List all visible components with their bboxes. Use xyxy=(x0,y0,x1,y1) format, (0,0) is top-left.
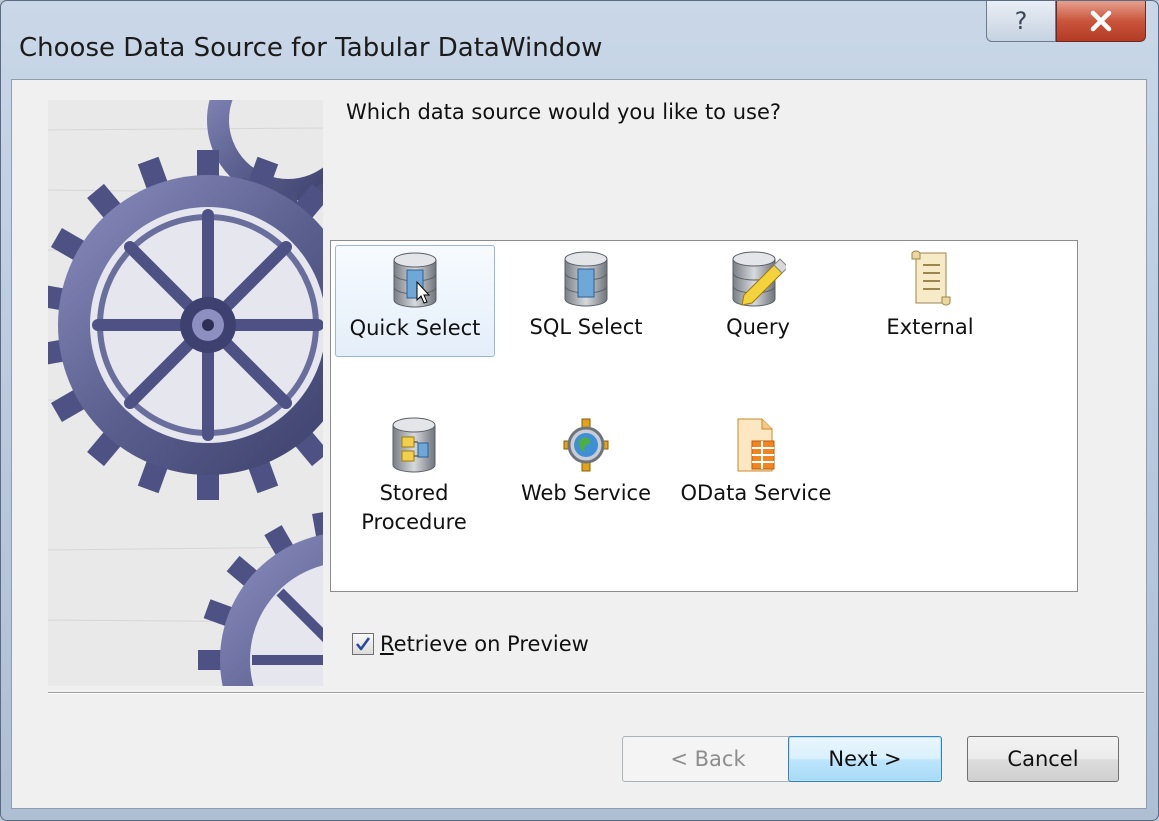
help-button[interactable]: ? xyxy=(986,1,1056,42)
database-icon xyxy=(564,251,608,307)
source-query[interactable]: Query xyxy=(679,245,837,355)
window-title: Choose Data Source for Tabular DataWindo… xyxy=(19,33,603,63)
source-label: OData Service xyxy=(680,481,832,505)
source-label: External xyxy=(886,315,974,339)
dialog-window: Choose Data Source for Tabular DataWindo… xyxy=(0,0,1159,821)
source-label: Query xyxy=(726,315,790,339)
data-source-list: Quick Select SQL Select Query External S… xyxy=(330,240,1078,592)
checkmark-icon xyxy=(355,637,371,651)
gears-artwork xyxy=(48,100,323,686)
source-quick-select[interactable]: Quick Select xyxy=(335,245,495,357)
orange-document-icon xyxy=(737,418,775,472)
close-button[interactable] xyxy=(1056,1,1146,42)
source-odata-service[interactable]: OData Service xyxy=(671,411,841,521)
title-bar[interactable]: Choose Data Source for Tabular DataWindo… xyxy=(1,1,1158,89)
retrieve-on-preview-checkbox[interactable]: Retrieve on Preview xyxy=(352,632,589,656)
database-pencil-icon xyxy=(732,251,786,307)
next-button[interactable]: Next > xyxy=(788,736,942,782)
scroll-document-icon xyxy=(911,250,951,306)
prompt-text: Which data source would you like to use? xyxy=(346,100,782,124)
source-label: Web Service xyxy=(520,481,652,505)
source-sql-select[interactable]: SQL Select xyxy=(507,245,665,355)
source-stored-procedure[interactable]: Stored Procedure xyxy=(335,411,493,551)
source-label: Quick Select xyxy=(349,316,481,340)
back-button[interactable]: < Back xyxy=(622,736,794,782)
cancel-button[interactable]: Cancel xyxy=(967,736,1119,782)
gears-illustration xyxy=(48,100,323,686)
question-mark-icon: ? xyxy=(1014,7,1028,35)
checkbox-box[interactable] xyxy=(352,633,374,655)
title-bar-buttons: ? xyxy=(986,1,1146,42)
source-external[interactable]: External xyxy=(851,245,1009,355)
database-cursor-icon xyxy=(393,252,437,308)
separator xyxy=(48,692,1144,694)
source-label: SQL Select xyxy=(529,315,643,339)
checkbox-label: Retrieve on Preview xyxy=(380,632,589,656)
source-label: Stored Procedure xyxy=(361,481,467,534)
source-web-service[interactable]: Web Service xyxy=(507,411,665,521)
dialog-client-area: Which data source would you like to use?… xyxy=(11,79,1147,809)
database-procedure-icon xyxy=(392,417,436,473)
globe-gear-icon xyxy=(563,418,609,472)
close-x-icon xyxy=(1090,10,1112,32)
